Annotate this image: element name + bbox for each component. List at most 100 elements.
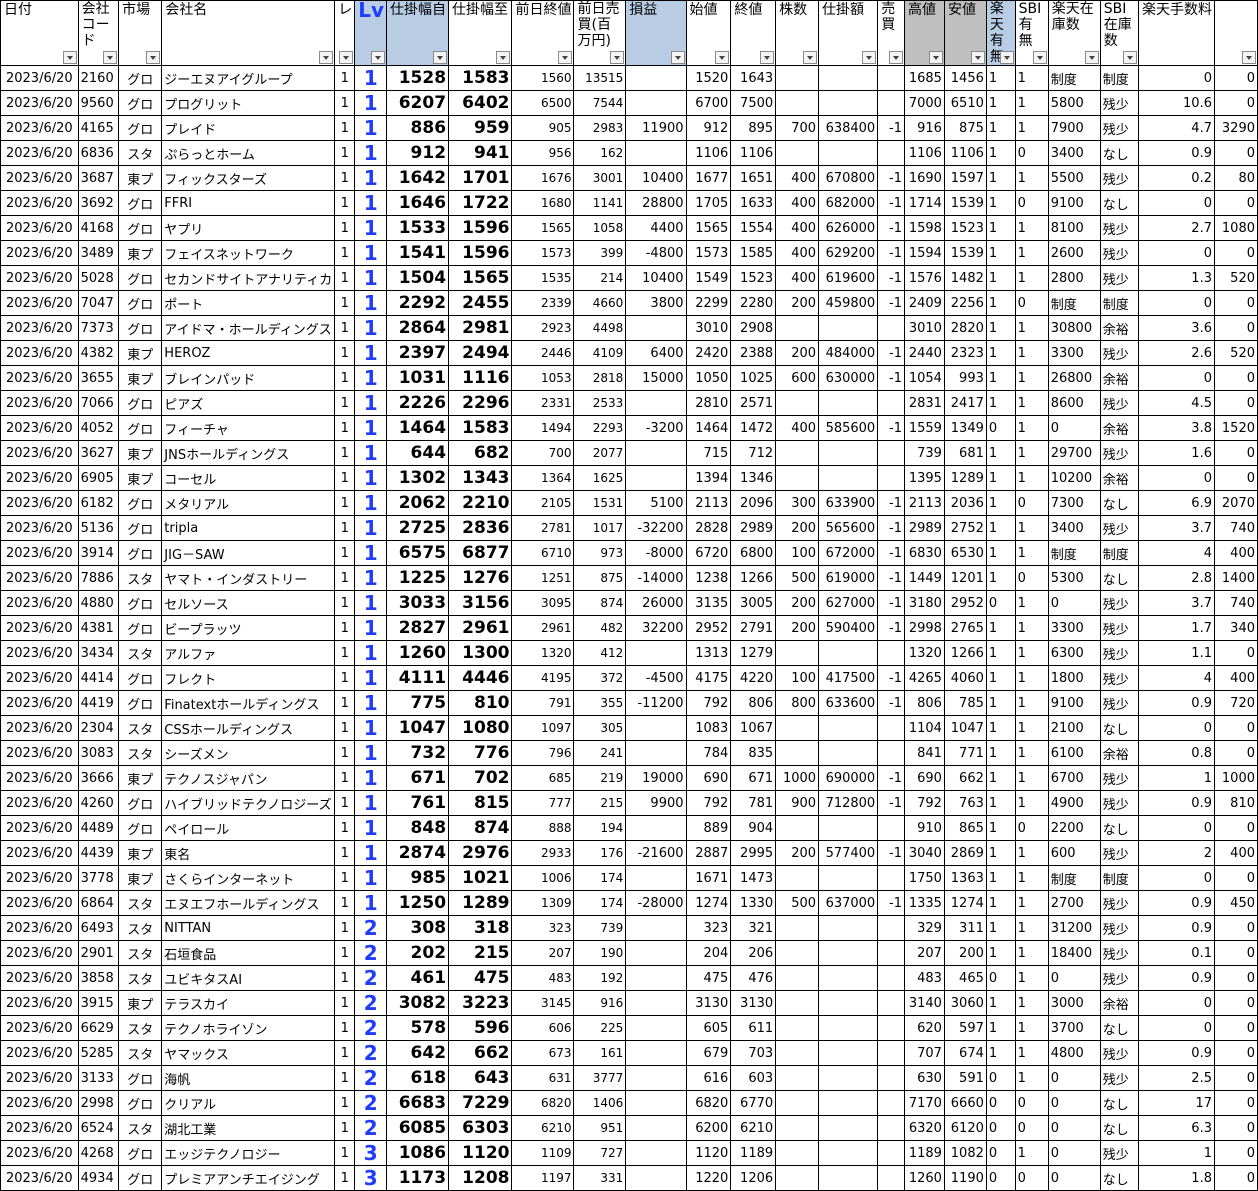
cell-pnl[interactable]: 9900 [625, 790, 687, 816]
cell-to[interactable]: 1343 [448, 465, 513, 491]
cell-to[interactable]: 2455 [448, 290, 513, 316]
cell-sbi-avail[interactable]: 1 [1014, 865, 1049, 891]
cell-amount[interactable] [818, 1015, 879, 1041]
cell-sbi-avail[interactable]: 0 [1014, 1115, 1049, 1141]
cell-code[interactable]: 3778 [77, 865, 120, 891]
cell-open[interactable]: 204 [685, 940, 732, 966]
cell-code[interactable]: 3133 [77, 1065, 120, 1091]
cell-sbi-avail[interactable]: 1 [1014, 415, 1049, 441]
cell-side[interactable] [877, 140, 905, 166]
cell-prev-volume[interactable]: 1531 [573, 490, 627, 516]
table-row[interactable]: 2023/6/20 7886 スタ ヤマト・インダストリー 1 1 1225 1276 1251… [0, 565, 1258, 591]
cell-fee-rate[interactable]: 0.9 [1137, 965, 1215, 991]
cell-date[interactable]: 2023/6/20 [0, 390, 79, 416]
cell-from[interactable]: 912 [386, 140, 450, 166]
cell-re[interactable]: 1 [334, 815, 356, 841]
cell-re[interactable]: 1 [334, 115, 356, 141]
cell-to[interactable]: 475 [448, 965, 513, 991]
cell-from[interactable]: 1031 [386, 365, 450, 391]
filter-dropdown-icon[interactable] [371, 51, 386, 64]
cell-market[interactable]: グロ [118, 390, 163, 416]
cell-shares[interactable] [775, 965, 820, 991]
cell-lv[interactable]: 1 [354, 890, 388, 916]
cell-rakuten-stock[interactable]: 9100 [1047, 190, 1101, 216]
cell-rakuten-avail[interactable]: 1 [985, 465, 1016, 491]
cell-re[interactable]: 1 [334, 240, 356, 266]
cell-pnl[interactable] [625, 740, 687, 766]
cell-amount[interactable] [818, 1065, 879, 1091]
cell-sbi-avail[interactable]: 1 [1014, 465, 1049, 491]
cell-open[interactable]: 784 [685, 740, 732, 766]
cell-from[interactable]: 2292 [386, 290, 450, 316]
cell-high[interactable]: 1054 [903, 365, 945, 391]
cell-re[interactable]: 1 [334, 190, 356, 216]
table-row[interactable]: 2023/6/20 6524 スタ 湖北工業 1 2 6085 6303 6210 951 6200… [0, 1115, 1258, 1141]
cell-to[interactable]: 1120 [448, 1140, 513, 1166]
cell-prev-close[interactable]: 606 [511, 1015, 575, 1041]
cell-sbi-stock[interactable]: なし [1099, 565, 1139, 591]
cell-re[interactable]: 1 [334, 465, 356, 491]
cell-shares[interactable]: 400 [775, 190, 820, 216]
cell-side[interactable] [877, 815, 905, 841]
cell-to[interactable]: 2976 [448, 840, 513, 866]
cell-close[interactable]: 476 [730, 965, 777, 991]
cell-open[interactable]: 1120 [685, 1140, 732, 1166]
cell-date[interactable]: 2023/6/20 [0, 190, 79, 216]
cell-rakuten-avail[interactable]: 1 [985, 440, 1016, 466]
cell-fee-rate[interactable]: 4 [1137, 665, 1215, 691]
cell-pnl[interactable]: 5100 [625, 490, 687, 516]
cell-rakuten-stock[interactable]: 制度 [1047, 540, 1101, 566]
cell-sbi-stock[interactable]: 残少 [1099, 165, 1139, 191]
cell-rakuten-stock[interactable]: 制度 [1047, 290, 1101, 316]
cell-rakuten-avail[interactable]: 1 [985, 865, 1016, 891]
cell-from[interactable]: 1225 [386, 565, 450, 591]
cell-side[interactable] [877, 715, 905, 741]
filter-dropdown-icon[interactable] [760, 51, 775, 64]
cell-rakuten-stock[interactable]: 2200 [1047, 815, 1101, 841]
cell-sbi-avail[interactable]: 1 [1014, 540, 1049, 566]
cell-name[interactable]: tripla [161, 515, 336, 541]
cell-side[interactable]: -1 [877, 615, 905, 641]
cell-from[interactable]: 848 [386, 815, 450, 841]
cell-amount[interactable]: 417500 [818, 665, 879, 691]
cell-prev-volume[interactable]: 2983 [573, 115, 627, 141]
cell-prev-volume[interactable]: 305 [573, 715, 627, 741]
cell-high[interactable]: 3180 [903, 590, 945, 616]
cell-date[interactable]: 2023/6/20 [0, 1040, 79, 1066]
cell-high[interactable]: 2831 [903, 390, 945, 416]
cell-sbi-avail[interactable]: 1 [1014, 1140, 1049, 1166]
cell-code[interactable]: 4381 [77, 615, 120, 641]
cell-side[interactable] [877, 1065, 905, 1091]
cell-pnl[interactable] [625, 815, 687, 841]
cell-name[interactable]: フレクト [161, 665, 336, 691]
cell-pnl[interactable] [625, 1040, 687, 1066]
cell-fee[interactable]: 1520 [1213, 415, 1258, 441]
cell-amount[interactable]: 670800 [818, 165, 879, 191]
cell-rakuten-avail[interactable]: 0 [985, 1065, 1016, 1091]
cell-side[interactable] [877, 990, 905, 1016]
cell-name[interactable]: ぷらっとホーム [161, 140, 336, 166]
cell-sbi-stock[interactable]: 余裕 [1099, 315, 1139, 341]
cell-prev-close[interactable]: 6820 [511, 1090, 575, 1116]
cell-amount[interactable] [818, 990, 879, 1016]
cell-sbi-avail[interactable]: 0 [1014, 190, 1049, 216]
cell-prev-close[interactable]: 700 [511, 440, 575, 466]
cell-close[interactable]: 2791 [730, 615, 777, 641]
cell-sbi-avail[interactable]: 1 [1014, 640, 1049, 666]
cell-name[interactable]: セルソース [161, 590, 336, 616]
cell-market[interactable]: グロ [118, 315, 163, 341]
cell-shares[interactable]: 400 [775, 240, 820, 266]
cell-pnl[interactable]: 28800 [625, 190, 687, 216]
cell-market[interactable]: 東プ [118, 365, 163, 391]
cell-re[interactable]: 1 [334, 415, 356, 441]
cell-re[interactable]: 1 [334, 640, 356, 666]
cell-from[interactable]: 2062 [386, 490, 450, 516]
cell-prev-close[interactable]: 1109 [511, 1140, 575, 1166]
cell-side[interactable]: -1 [877, 840, 905, 866]
cell-re[interactable]: 1 [334, 615, 356, 641]
cell-fee-rate[interactable]: 0.9 [1137, 890, 1215, 916]
cell-date[interactable]: 2023/6/20 [0, 815, 79, 841]
cell-high[interactable]: 4265 [903, 665, 945, 691]
cell-pnl[interactable] [625, 1065, 687, 1091]
cell-low[interactable]: 2952 [943, 590, 987, 616]
